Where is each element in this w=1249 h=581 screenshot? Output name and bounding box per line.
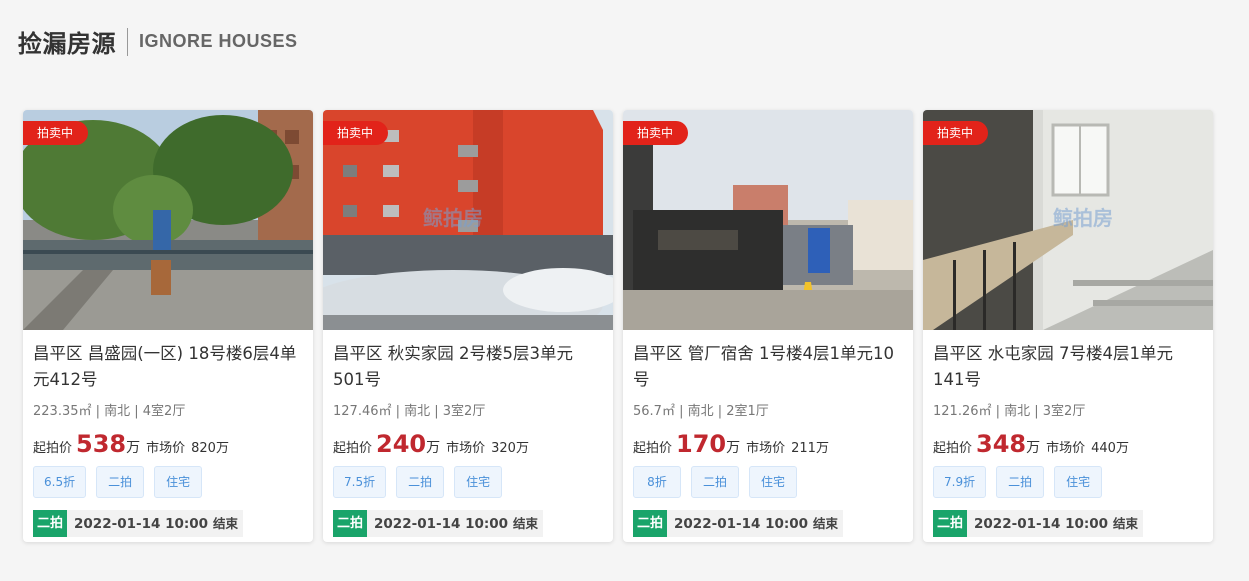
type-tag: 住宅 xyxy=(1054,466,1103,498)
round-tag: 二拍 xyxy=(96,466,145,498)
market-price-label: 市场价 xyxy=(146,441,186,456)
auction-status-badge: 拍卖中 xyxy=(23,121,89,145)
price-row: 起拍价 348 万 市场价 440万 xyxy=(933,430,1203,458)
title-divider xyxy=(127,27,128,56)
house-photo[interactable]: 拍卖中 xyxy=(23,110,313,330)
auction-status-badge: 拍卖中 xyxy=(623,121,689,145)
discount-tag: 7.9折 xyxy=(933,466,987,498)
tag-list: 7.5折 二拍 住宅 xyxy=(333,466,603,498)
market-price-value: 440万 xyxy=(1091,441,1129,456)
discount-tag: 7.5折 xyxy=(333,466,387,498)
auction-status-badge: 拍卖中 xyxy=(323,121,389,145)
type-tag: 住宅 xyxy=(454,466,503,498)
round-tag: 二拍 xyxy=(996,466,1045,498)
auction-time-row: 二拍 2022-01-14 10:00 结束 xyxy=(333,510,603,537)
house-photo[interactable]: 拍卖中 xyxy=(623,110,913,330)
round-badge: 二拍 xyxy=(333,510,368,537)
price-row: 起拍价 240 万 市场价 320万 xyxy=(333,430,603,458)
end-label: 结束 xyxy=(813,516,839,531)
tag-list: 7.9折 二拍 住宅 xyxy=(933,466,1203,498)
market-price-label: 市场价 xyxy=(1046,441,1086,456)
tag-list: 6.5折 二拍 住宅 xyxy=(33,466,303,498)
house-title[interactable]: 昌平区 秋实家园 2号楼5层3单元501号 xyxy=(333,341,603,393)
start-price-value: 538 xyxy=(76,430,127,458)
end-label: 结束 xyxy=(513,516,539,531)
round-tag: 二拍 xyxy=(691,466,739,498)
discount-tag: 6.5折 xyxy=(33,466,87,498)
house-meta: 56.7㎡ | 南北 | 2室1厅 xyxy=(633,404,769,419)
end-time: 2022-01-14 10:00 结束 xyxy=(967,510,1144,537)
price-unit: 万 xyxy=(1026,440,1041,456)
auction-time-row: 二拍 2022-01-14 10:00 结束 xyxy=(933,510,1203,537)
start-price-value: 240 xyxy=(376,430,427,458)
market-price-value: 820万 xyxy=(191,441,229,456)
discount-tag: 8折 xyxy=(633,466,681,498)
end-label: 结束 xyxy=(1113,516,1139,531)
round-badge: 二拍 xyxy=(33,510,68,537)
house-title[interactable]: 昌平区 水屯家园 7号楼4层1单元141号 xyxy=(933,341,1203,393)
auction-time-row: 二拍 2022-01-14 10:00 结束 xyxy=(33,510,303,537)
house-card[interactable]: 拍卖中 昌平区 管厂宿舍 1号楼4层1单元10号 56.7㎡ | 南北 | 2室… xyxy=(623,110,913,542)
house-card[interactable]: 拍卖中 鲸拍房 昌平区 水屯家园 7号楼4层1单元141号 121.26㎡ | … xyxy=(923,110,1213,542)
watermark-logo: 鲸拍房 xyxy=(1053,206,1113,230)
market-price-label: 市场价 xyxy=(446,441,486,456)
house-photo[interactable]: 拍卖中 鲸拍房 xyxy=(323,110,613,330)
section-title: 捡漏房源 xyxy=(18,30,116,58)
round-tag: 二拍 xyxy=(396,466,445,498)
price-row: 起拍价 538 万 市场价 820万 xyxy=(33,430,303,458)
house-meta: 127.46㎡ | 南北 | 3室2厅 xyxy=(333,404,486,419)
start-price-label: 起拍价 xyxy=(333,441,373,456)
house-photo[interactable]: 拍卖中 鲸拍房 xyxy=(923,110,1213,330)
market-price-label: 市场价 xyxy=(746,441,786,456)
start-price-value: 170 xyxy=(676,430,727,458)
section-subtitle: IGNORE HOUSES xyxy=(139,31,298,51)
end-time: 2022-01-14 10:00 结束 xyxy=(367,510,544,537)
price-unit: 万 xyxy=(426,440,441,456)
start-price-label: 起拍价 xyxy=(33,441,73,456)
section-header: 捡漏房源 IGNORE HOUSES xyxy=(18,24,298,59)
market-price-value: 211万 xyxy=(791,441,829,456)
price-unit: 万 xyxy=(726,440,741,456)
house-card[interactable]: 拍卖中 昌平区 昌盛园(一区) 18号楼6层4单元412号 223.35㎡ | … xyxy=(23,110,313,542)
market-price-value: 320万 xyxy=(491,441,529,456)
house-title[interactable]: 昌平区 昌盛园(一区) 18号楼6层4单元412号 xyxy=(33,341,303,393)
round-badge: 二拍 xyxy=(933,510,968,537)
house-meta: 121.26㎡ | 南北 | 3室2厅 xyxy=(933,404,1086,419)
round-badge: 二拍 xyxy=(633,510,668,537)
auction-status-badge: 拍卖中 xyxy=(923,121,989,145)
end-time: 2022-01-14 10:00 结束 xyxy=(667,510,844,537)
end-label: 结束 xyxy=(213,516,239,531)
house-meta: 223.35㎡ | 南北 | 4室2厅 xyxy=(33,404,186,419)
auction-time-row: 二拍 2022-01-14 10:00 结束 xyxy=(633,510,903,537)
start-price-value: 348 xyxy=(976,430,1027,458)
watermark-logo: 鲸拍房 xyxy=(423,206,483,230)
price-row: 起拍价 170 万 市场价 211万 xyxy=(633,430,903,458)
house-card-list: 拍卖中 昌平区 昌盛园(一区) 18号楼6层4单元412号 223.35㎡ | … xyxy=(23,110,1223,542)
type-tag: 住宅 xyxy=(154,466,203,498)
price-unit: 万 xyxy=(126,440,141,456)
house-card[interactable]: 拍卖中 鲸拍房 昌平区 秋实家园 2号楼5层3单元501号 127.46㎡ | … xyxy=(323,110,613,542)
type-tag: 住宅 xyxy=(749,466,797,498)
start-price-label: 起拍价 xyxy=(933,441,973,456)
end-time: 2022-01-14 10:00 结束 xyxy=(67,510,244,537)
tag-list: 8折 二拍 住宅 xyxy=(633,466,903,498)
start-price-label: 起拍价 xyxy=(633,441,673,456)
house-title[interactable]: 昌平区 管厂宿舍 1号楼4层1单元10号 xyxy=(633,341,903,393)
